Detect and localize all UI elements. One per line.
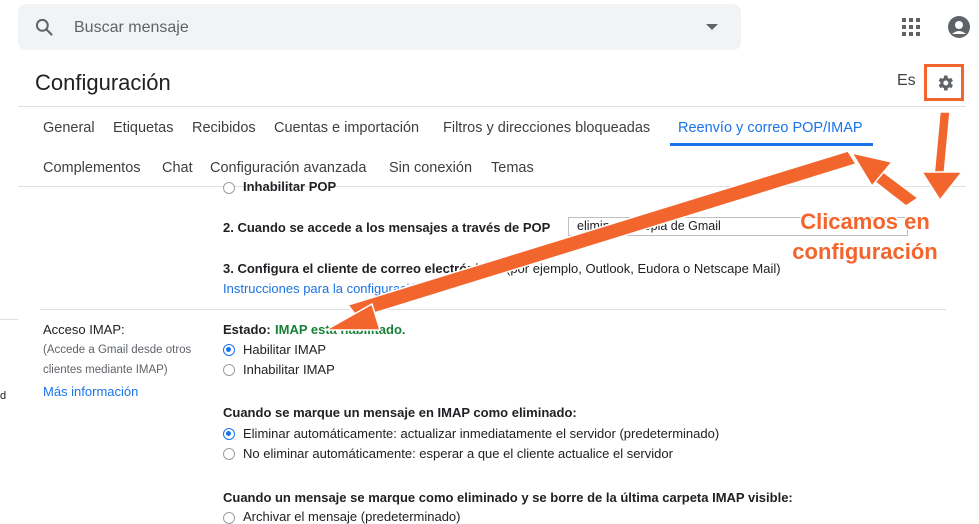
archive-message-radio[interactable]: [223, 512, 235, 524]
account-icon[interactable]: [948, 16, 970, 38]
annotation-callout: Clicamos en configuración: [780, 207, 950, 267]
divider: [18, 186, 966, 187]
pop-step3-examples: (por ejemplo, Outlook, Eudora o Netscape…: [506, 261, 781, 276]
tab-complementos[interactable]: Complementos: [43, 160, 141, 176]
imap-status-label: Estado:: [223, 322, 271, 337]
language-indicator[interactable]: Es: [897, 72, 916, 90]
gear-icon[interactable]: [935, 73, 955, 93]
pop-instructions-link[interactable]: Instrucciones para la configuración: [223, 281, 424, 296]
divider: [18, 106, 966, 107]
left-edge-line: [0, 319, 18, 320]
imap-more-info-link[interactable]: Más información: [43, 384, 138, 399]
search-input[interactable]: [72, 15, 676, 41]
auto-expunge-off-radio[interactable]: [223, 448, 235, 460]
tab-reenvio-pop-imap[interactable]: Reenvío y correo POP/IMAP: [678, 120, 863, 136]
auto-expunge-on-label: Eliminar automáticamente: actualizar inm…: [243, 426, 720, 441]
pop-step3-label: 3. Configura el cliente de correo electr…: [223, 261, 494, 276]
settings-button[interactable]: [924, 64, 964, 101]
imap-section-title: Acceso IMAP:: [43, 322, 125, 337]
tab-sin-conexion[interactable]: Sin conexión: [389, 160, 472, 176]
active-tab-indicator: [670, 143, 873, 146]
page-title: Configuración: [35, 70, 171, 95]
annotation-line: Clicamos en: [800, 209, 930, 234]
annotation-line: configuración: [792, 239, 938, 264]
pop-step2-label: 2. Cuando se accede a los mensajes a tra…: [223, 220, 551, 235]
left-edge-text: d: [0, 390, 7, 402]
imap-section-desc: clientes mediante IMAP): [43, 364, 168, 376]
auto-expunge-on-radio[interactable]: [223, 428, 235, 440]
auto-expunge-off-label: No eliminar automáticamente: esperar a q…: [243, 446, 673, 461]
disable-imap-label: Inhabilitar IMAP: [243, 362, 335, 377]
imap-deleted-heading: Cuando se marque un mensaje en IMAP como…: [223, 405, 577, 420]
enable-imap-radio[interactable]: [223, 344, 235, 356]
imap-section-desc: (Accede a Gmail desde otros: [43, 344, 192, 356]
tab-cuentas[interactable]: Cuentas e importación: [274, 120, 419, 136]
tab-temas[interactable]: Temas: [491, 160, 534, 176]
disable-imap-radio[interactable]: [223, 364, 235, 376]
tab-general[interactable]: General: [43, 120, 95, 136]
imap-expunge-heading: Cuando un mensaje se marque como elimina…: [223, 490, 793, 505]
tab-configuracion-avanzada[interactable]: Configuración avanzada: [210, 160, 366, 176]
tab-filtros[interactable]: Filtros y direcciones bloqueadas: [443, 120, 650, 136]
divider: [40, 309, 946, 310]
disable-pop-label: Inhabilitar POP: [243, 179, 337, 194]
disable-pop-radio[interactable]: [223, 182, 235, 194]
enable-imap-label: Habilitar IMAP: [243, 342, 327, 357]
tab-chat[interactable]: Chat: [162, 160, 193, 176]
search-options-dropdown-icon[interactable]: [706, 24, 718, 30]
search-icon[interactable]: [34, 17, 54, 37]
tab-etiquetas[interactable]: Etiquetas: [113, 120, 173, 136]
apps-icon[interactable]: [902, 18, 920, 36]
search-bar[interactable]: [18, 4, 741, 50]
tab-recibidos[interactable]: Recibidos: [192, 120, 256, 136]
imap-status-value: IMAP está habilitado.: [275, 322, 406, 337]
